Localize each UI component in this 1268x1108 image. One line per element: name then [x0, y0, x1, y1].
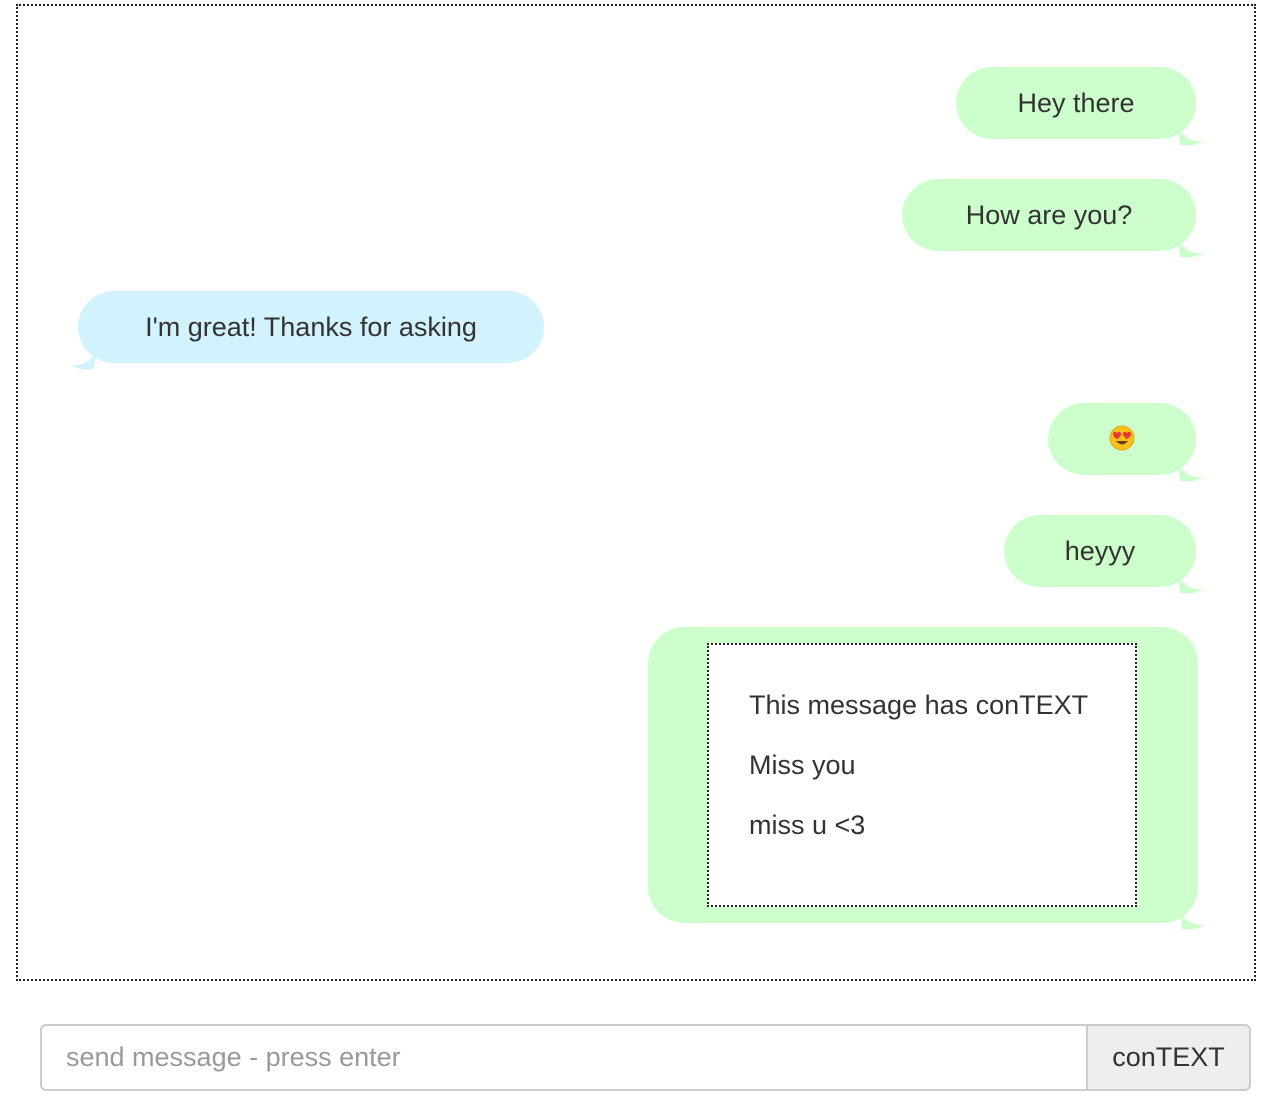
bubble-tail — [70, 353, 96, 370]
message-text: Hey there — [1017, 88, 1135, 118]
message-bubble-sent: heyyy — [1004, 515, 1204, 594]
composer: conTEXT — [40, 1024, 1251, 1091]
message-text: How are you? — [965, 200, 1133, 230]
context-line: miss u <3 — [749, 810, 866, 840]
bubble-tail — [1178, 577, 1204, 594]
context-box: This message has conTEXT Miss you miss u… — [707, 643, 1137, 907]
bubble-tail — [1178, 241, 1204, 258]
message-bubble-sent — [1048, 403, 1204, 482]
message-text: heyyy — [1064, 536, 1136, 566]
context-line: Miss you — [749, 750, 856, 780]
message-bubble-received: I'm great! Thanks for asking — [70, 291, 544, 370]
context-line: This message has conTEXT — [749, 690, 1089, 720]
context-message-bubble: This message has conTEXT Miss you miss u… — [648, 627, 1206, 930]
bubble-tail — [1178, 465, 1204, 482]
message-bubble-sent: Hey there — [956, 67, 1204, 146]
context-button[interactable]: conTEXT — [1086, 1024, 1251, 1091]
bubble-tail — [1178, 129, 1204, 146]
bubble-tail — [1180, 913, 1206, 930]
chat-panel: Hey there How are you? I'm great! Thanks… — [16, 4, 1256, 981]
heart-eyes-emoji-icon — [1109, 425, 1135, 451]
message-text: I'm great! Thanks for asking — [145, 312, 477, 342]
message-bubble-sent: How are you? — [902, 179, 1204, 258]
message-input[interactable] — [40, 1024, 1086, 1091]
